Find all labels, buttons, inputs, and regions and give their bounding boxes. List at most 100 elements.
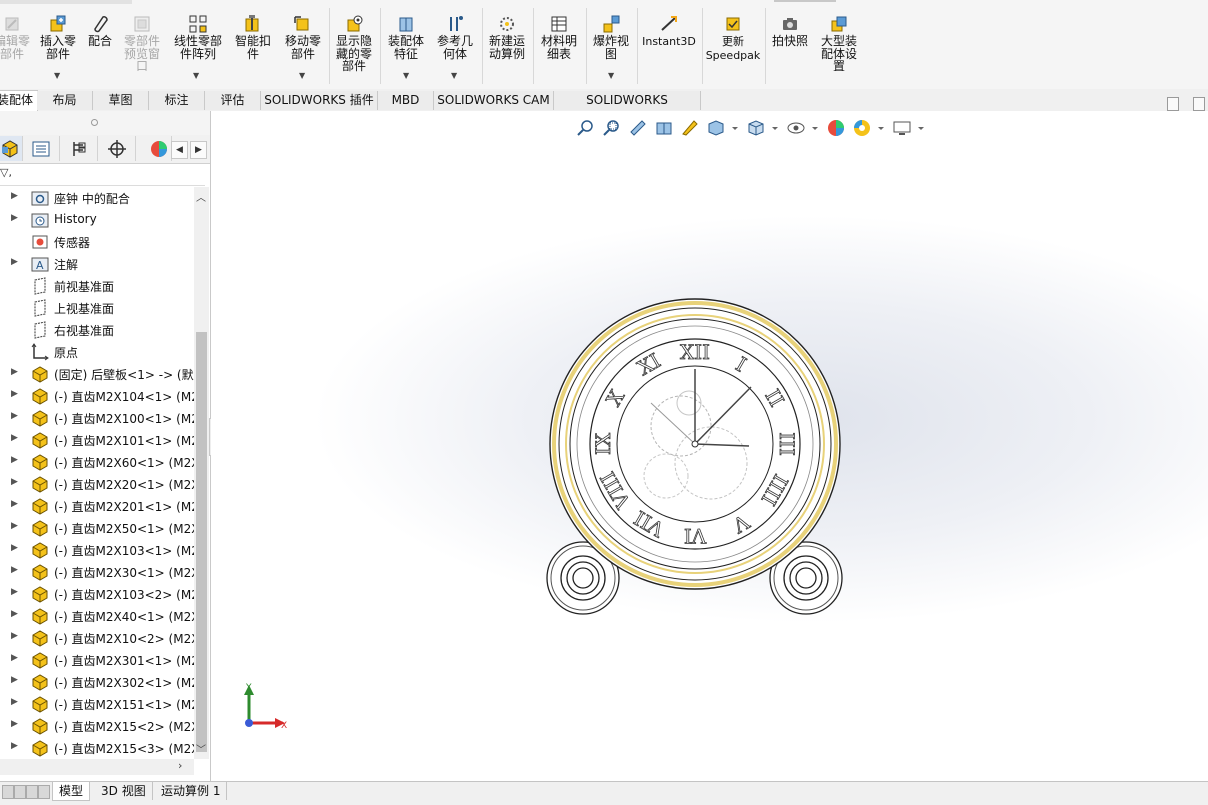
tab-solidworks-addins[interactable]: SOLIDWORKS 插件 bbox=[261, 91, 378, 110]
component-preview-button[interactable]: 零部件 预览窗 口 bbox=[120, 14, 164, 73]
tile-window-button[interactable] bbox=[1193, 97, 1205, 111]
tree-item[interactable]: ▶ (-) 直齿M2X103<1> (M2 bbox=[0, 539, 194, 561]
scroll-down-icon[interactable]: ﹀ bbox=[196, 741, 206, 756]
new-motion-study-button[interactable]: 新建运 动算例 bbox=[485, 14, 529, 60]
expand-arrow-icon[interactable]: ▶ bbox=[11, 697, 18, 707]
update-speedpak-button[interactable]: 更新 Speedpak bbox=[704, 14, 762, 62]
chevron-down-icon[interactable] bbox=[876, 118, 886, 138]
large-assembly-settings-button[interactable]: 大型装 配体设 置 bbox=[816, 14, 862, 73]
tree-item[interactable]: ▶ (-) 直齿M2X201<1> (M2 bbox=[0, 495, 194, 517]
tab-display-manager[interactable] bbox=[137, 136, 172, 161]
tree-item[interactable]: 右视基准面 bbox=[0, 319, 194, 341]
tab-assembly[interactable]: 装配体 bbox=[0, 90, 38, 112]
tree-item[interactable]: ▶ (-) 直齿M2X100<1> (M2 bbox=[0, 407, 194, 429]
tree-item[interactable]: 传感器 bbox=[0, 231, 194, 253]
tab-layout[interactable]: 布局 bbox=[37, 91, 93, 110]
chevron-down-icon[interactable] bbox=[916, 118, 926, 138]
expand-arrow-icon[interactable]: ▶ bbox=[11, 521, 18, 531]
tab-solidworks-cam[interactable]: SOLIDWORKS CAM bbox=[434, 91, 554, 110]
hide-show-items-icon[interactable] bbox=[786, 118, 806, 138]
scrollbar-thumb[interactable] bbox=[196, 332, 207, 752]
smart-fasteners-button[interactable]: 智能扣 件 bbox=[232, 14, 274, 60]
tree-horizontal-scrollbar[interactable]: › bbox=[0, 759, 194, 775]
previous-tab-icon[interactable] bbox=[14, 785, 26, 799]
chevron-down-icon[interactable] bbox=[810, 118, 820, 138]
expand-arrow-icon[interactable]: ▶ bbox=[11, 631, 18, 641]
tree-item[interactable]: ▶ (-) 直齿M2X301<1> (M2 bbox=[0, 649, 194, 671]
tree-item[interactable]: ▶ (-) 直齿M2X10<2> (M2X bbox=[0, 627, 194, 649]
tree-item[interactable]: ▶ (-) 直齿M2X50<1> (M2X bbox=[0, 517, 194, 539]
expand-arrow-icon[interactable]: ▶ bbox=[11, 675, 18, 685]
move-component-dropdown-icon[interactable]: ▼ bbox=[299, 71, 305, 80]
display-style-icon[interactable] bbox=[746, 118, 766, 138]
tree-item[interactable]: ▶ History bbox=[0, 209, 194, 231]
expand-arrow-icon[interactable]: ▶ bbox=[11, 367, 18, 377]
tab-configuration-manager[interactable] bbox=[61, 136, 98, 161]
tab-dimxpert-manager[interactable] bbox=[99, 136, 136, 161]
tree-item[interactable]: 上视基准面 bbox=[0, 297, 194, 319]
tree-item[interactable]: 原点 bbox=[0, 341, 194, 363]
reference-geometry-button[interactable]: 参考几 何体 bbox=[432, 14, 478, 60]
mate-button[interactable]: 配合 bbox=[84, 14, 116, 48]
panel-tab-scroll-left[interactable]: ◀ bbox=[171, 141, 188, 159]
tree-item[interactable]: ▶ (固定) 后壁板<1> -> (默认 bbox=[0, 363, 194, 385]
tree-item[interactable]: ▶ A 注解 bbox=[0, 253, 194, 275]
chevron-down-icon[interactable] bbox=[770, 118, 780, 138]
expand-arrow-icon[interactable]: ▶ bbox=[11, 653, 18, 663]
next-tab-icon[interactable] bbox=[26, 785, 38, 799]
tab-sketch[interactable]: 草图 bbox=[93, 91, 149, 110]
insert-component-dropdown-icon[interactable]: ▼ bbox=[54, 71, 60, 80]
tab-mbd[interactable]: MBD bbox=[378, 91, 434, 110]
insert-component-button[interactable]: 插入零 部件 bbox=[36, 14, 80, 60]
apply-scene-icon[interactable] bbox=[852, 118, 872, 138]
tab-markup[interactable]: 标注 bbox=[149, 91, 205, 110]
edit-appearance-icon[interactable] bbox=[826, 118, 846, 138]
expand-arrow-icon[interactable]: ▶ bbox=[11, 257, 18, 267]
dynamic-annotation-icon[interactable] bbox=[680, 118, 700, 138]
tree-item[interactable]: ▶ (-) 直齿M2X151<1> (M2 bbox=[0, 693, 194, 715]
tree-item[interactable]: ▶ (-) 直齿M2X103<2> (M2 bbox=[0, 583, 194, 605]
tree-item[interactable]: ▶ (-) 直齿M2X20<1> (M2X bbox=[0, 473, 194, 495]
move-component-button[interactable]: 移动零 部件 bbox=[280, 14, 326, 60]
view-settings-icon[interactable] bbox=[892, 118, 912, 138]
expand-arrow-icon[interactable]: ▶ bbox=[11, 565, 18, 575]
expand-arrow-icon[interactable]: ▶ bbox=[11, 587, 18, 597]
tree-filter[interactable]: ▽, bbox=[0, 163, 205, 186]
view-orientation-icon[interactable] bbox=[706, 118, 726, 138]
tree-item[interactable]: ▶ (-) 直齿M2X60<1> (M2X bbox=[0, 451, 194, 473]
linear-pattern-dropdown-icon[interactable]: ▼ bbox=[193, 71, 199, 80]
tab-motion-study[interactable]: 运动算例 1 bbox=[155, 782, 228, 800]
bill-of-materials-button[interactable]: 材料明 细表 bbox=[537, 14, 581, 60]
expand-arrow-icon[interactable]: ▶ bbox=[11, 455, 18, 465]
last-tab-icon[interactable] bbox=[38, 785, 50, 799]
expand-arrow-icon[interactable]: ▶ bbox=[11, 477, 18, 487]
expand-arrow-icon[interactable]: ▶ bbox=[11, 543, 18, 553]
tab-evaluate[interactable]: 评估 bbox=[205, 91, 261, 110]
expand-arrow-icon[interactable]: ▶ bbox=[11, 411, 18, 421]
tree-item[interactable]: ▶ (-) 直齿M2X40<1> (M2X bbox=[0, 605, 194, 627]
expand-arrow-icon[interactable]: ▶ bbox=[11, 499, 18, 509]
previous-view-icon[interactable] bbox=[628, 118, 648, 138]
scroll-right-icon[interactable]: › bbox=[178, 759, 182, 772]
restore-down-button[interactable] bbox=[1167, 97, 1179, 111]
tree-item[interactable]: ▶ 座钟 中的配合 bbox=[0, 187, 194, 209]
take-snapshot-button[interactable]: 拍快照 bbox=[768, 14, 812, 48]
panel-tab-scroll-right[interactable]: ▶ bbox=[190, 141, 207, 159]
section-view-icon[interactable] bbox=[654, 118, 674, 138]
tab-solidworks-inspection[interactable]: SOLIDWORKS Inspection bbox=[554, 91, 701, 126]
tab-feature-manager[interactable] bbox=[0, 136, 23, 161]
expand-arrow-icon[interactable]: ▶ bbox=[11, 741, 18, 751]
tree-item[interactable]: ▶ (-) 直齿M2X101<1> (M2 bbox=[0, 429, 194, 451]
tree-item[interactable]: 前视基准面 bbox=[0, 275, 194, 297]
chevron-down-icon[interactable] bbox=[730, 118, 740, 138]
expand-arrow-icon[interactable]: ▶ bbox=[11, 433, 18, 443]
expand-arrow-icon[interactable]: ▶ bbox=[11, 719, 18, 729]
assembly-features-dropdown-icon[interactable]: ▼ bbox=[403, 71, 409, 80]
expand-arrow-icon[interactable]: ▶ bbox=[11, 389, 18, 399]
linear-pattern-button[interactable]: 线性零部 件阵列 bbox=[170, 14, 226, 60]
assembly-features-button[interactable]: 装配体 特征 bbox=[384, 14, 428, 60]
exploded-view-dropdown-icon[interactable]: ▼ bbox=[608, 71, 614, 80]
tree-item[interactable]: ▶ (-) 直齿M2X30<1> (M2X bbox=[0, 561, 194, 583]
graphics-area[interactable]: XII I II III IIII V VI VII VIII IX X XI Y X bbox=[211, 111, 1208, 781]
tab-property-manager[interactable] bbox=[23, 136, 60, 161]
